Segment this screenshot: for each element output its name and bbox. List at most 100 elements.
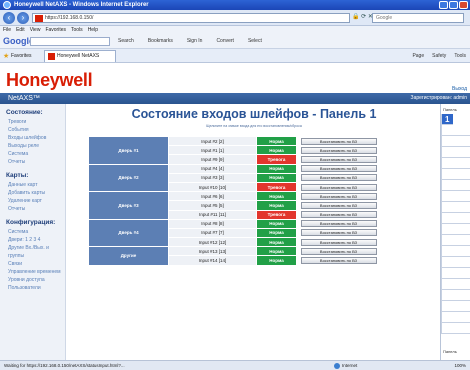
restore-button[interactable]: Восстановить по ВЗ (300, 238, 377, 246)
input-name-cell[interactable]: Input #7 [7] (168, 227, 257, 239)
menu-item-1[interactable]: Edit (16, 26, 25, 34)
menu-item-3[interactable]: Favorites (45, 26, 66, 34)
panel-cell[interactable] (441, 246, 470, 257)
panel-cell[interactable] (441, 125, 470, 136)
favorites-bar: ★ Favorites Honeywell NetAXS Page Safety T… (0, 49, 470, 63)
sidebar-item[interactable]: Отчеты (6, 158, 65, 166)
site-favicon-icon (35, 15, 43, 22)
sidebar-item[interactable]: Двери: 1 2 3 4 (6, 236, 65, 244)
panel-selected[interactable]: 1 (441, 114, 453, 125)
menu-item-2[interactable]: View (30, 26, 41, 34)
favorites-label[interactable]: Favorites (11, 53, 32, 59)
restore-button[interactable]: Восстановить по ВЗ (300, 229, 377, 237)
google-tool-item[interactable]: Search (118, 38, 134, 44)
restore-button[interactable]: Восстановить по ВЗ (300, 137, 377, 145)
minimize-button[interactable] (439, 1, 448, 9)
browser-tab[interactable]: Honeywell NetAXS (44, 50, 116, 62)
restore-button[interactable]: Восстановить по ВЗ (300, 247, 377, 255)
close-button[interactable] (459, 1, 468, 9)
sidebar-item[interactable]: Пользователи (6, 284, 65, 292)
panel-cell[interactable] (441, 169, 470, 180)
google-tool-item[interactable]: Bookmarks (148, 38, 173, 44)
command-item[interactable]: Safety (432, 53, 446, 59)
input-name-cell[interactable]: Input #13 [13] (168, 246, 257, 257)
panel-cell[interactable] (441, 235, 470, 246)
restore-button[interactable]: Восстановить по ВЗ (300, 183, 377, 191)
restore-button[interactable]: Восстановить по ВЗ (300, 201, 377, 209)
table-row: Дверь #2 Input #4 [4] Норма Восстановить по… (88, 163, 381, 193)
input-name-cell[interactable]: Input #1 [1] (168, 145, 257, 156)
status-badge: Норма (256, 218, 297, 229)
sidebar-item[interactable]: Входы шлейфов (6, 134, 65, 142)
address-url: https://192.168.0.150/ (45, 15, 94, 21)
zoom-level[interactable]: 100% (454, 361, 466, 370)
restore-button[interactable]: Восстановить по ВЗ (300, 211, 377, 219)
panel-cell[interactable] (441, 158, 470, 169)
restore-button[interactable]: Восстановить по ВЗ (300, 192, 377, 200)
panel-cell[interactable] (441, 268, 470, 279)
forward-button[interactable]: › (17, 12, 29, 24)
sidebar-item[interactable]: Данные карт (6, 181, 65, 189)
panel-grid: 1 (441, 114, 470, 334)
panel-cell[interactable] (441, 202, 470, 213)
search-input[interactable]: Google (372, 13, 464, 23)
google-tool-item[interactable]: Convert (216, 38, 234, 44)
panel-cell[interactable] (441, 279, 470, 290)
panel-cell[interactable] (441, 323, 470, 334)
panel-cell[interactable] (441, 147, 470, 158)
sidebar-item[interactable]: Выходы реле (6, 142, 65, 150)
favorites-star-icon[interactable]: ★ (3, 52, 9, 60)
sidebar-item[interactable]: Управление временем (6, 268, 65, 276)
panel-cell[interactable] (441, 136, 470, 147)
sidebar-item[interactable]: Добавить карты (6, 189, 65, 197)
input-name-cell[interactable]: Input #5 [5] (168, 200, 257, 211)
panel-cell[interactable] (441, 257, 470, 268)
address-input[interactable]: https://192.168.0.150/ (32, 13, 350, 23)
maximize-button[interactable] (449, 1, 458, 9)
input-name-cell[interactable]: Input #3 [3] (168, 172, 257, 183)
sidebar-item[interactable]: Удаление карт (6, 197, 65, 205)
google-tool-item[interactable]: Sign In (187, 38, 203, 44)
sidebar-item[interactable]: Отчеты (6, 205, 65, 213)
sidebar-item[interactable]: События (6, 126, 65, 134)
restore-button[interactable]: Восстановить по ВЗ (300, 174, 377, 182)
input-name-cell[interactable]: Input #4 [4] (168, 163, 257, 174)
input-name-cell[interactable]: Input #2 [2] (168, 135, 257, 147)
restore-button[interactable]: Восстановить по ВЗ (300, 165, 377, 173)
sidebar-item[interactable]: Связи (6, 260, 65, 268)
sidebar-item[interactable]: Другие Вх./Вых. и группы (6, 244, 65, 260)
sidebar-item[interactable]: Система (6, 150, 65, 158)
input-name-cell[interactable]: Input #9 [9] (168, 154, 257, 165)
logout-link[interactable]: Выход (452, 86, 467, 92)
google-tool-item[interactable]: Select (248, 38, 262, 44)
sidebar-item[interactable]: Уровни доступа (6, 276, 65, 284)
input-name-cell[interactable]: Input #8 [8] (168, 218, 257, 229)
panel-cell[interactable] (441, 301, 470, 312)
panel-cell[interactable] (441, 191, 470, 202)
input-name-cell[interactable]: Input #12 [12] (168, 237, 257, 248)
sidebar-item[interactable]: Тревоги (6, 118, 65, 126)
panel-cell[interactable] (441, 180, 470, 191)
page-content: Honeywell Выход NetAXS™ Зарегистрирован:… (0, 64, 470, 360)
input-name-cell[interactable]: Input #14 [14] (168, 255, 257, 266)
panel-cell[interactable] (441, 213, 470, 224)
input-name-cell[interactable]: Input #10 [10] (168, 181, 257, 193)
command-item[interactable]: Page (412, 53, 424, 59)
input-name-cell[interactable]: Input #6 [6] (168, 191, 257, 202)
restore-button[interactable]: Восстановить по ВЗ (300, 220, 377, 228)
menu-item-4[interactable]: Tools (71, 26, 83, 34)
menu-item-5[interactable]: Help (88, 26, 98, 34)
input-name-cell[interactable]: Input #11 [11] (168, 209, 257, 220)
panel-cell[interactable] (441, 290, 470, 301)
address-actions[interactable]: 🔒 ⟳ ✕ (352, 13, 373, 20)
menu-item-0[interactable]: File (3, 26, 11, 34)
google-search-input[interactable] (30, 37, 110, 46)
restore-button[interactable]: Восстановить по ВЗ (300, 146, 377, 154)
restore-button[interactable]: Восстановить по ВЗ (300, 155, 377, 163)
back-button[interactable]: ‹ (3, 12, 15, 24)
sidebar-item[interactable]: Система (6, 228, 65, 236)
restore-button[interactable]: Восстановить по ВЗ (300, 257, 377, 265)
panel-cell[interactable] (441, 312, 470, 323)
panel-cell[interactable] (441, 224, 470, 235)
command-item[interactable]: Tools (454, 53, 466, 59)
